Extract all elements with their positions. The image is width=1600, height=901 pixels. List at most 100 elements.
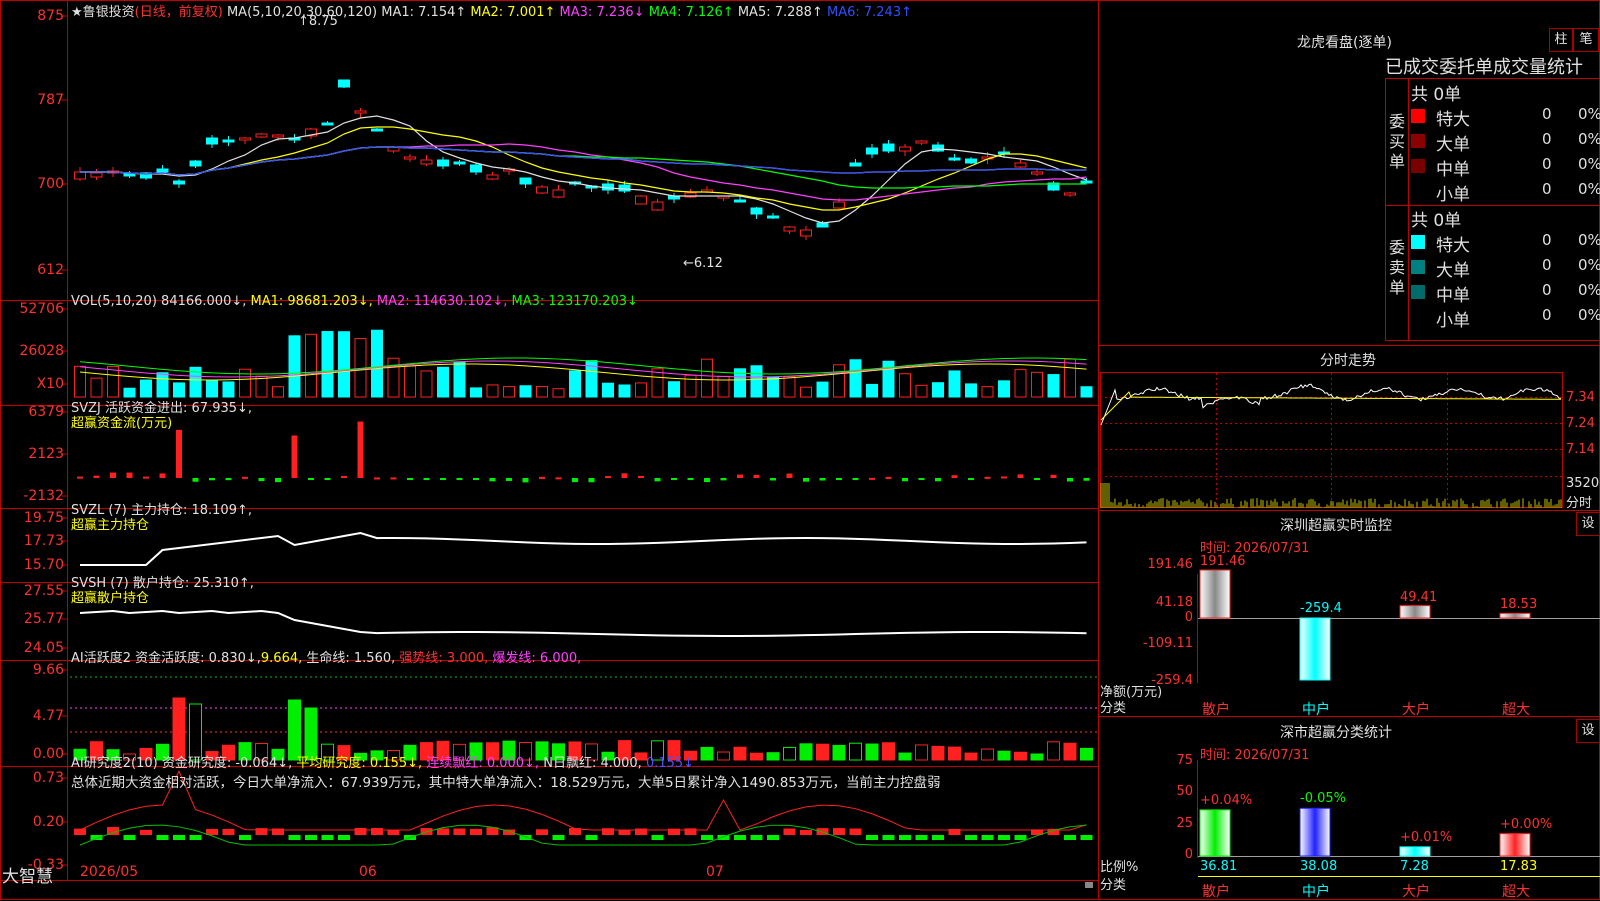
candle-body [767, 215, 779, 219]
fund-flow-bar [1083, 478, 1090, 481]
period-mode[interactable]: (日线，前复权) [135, 5, 223, 20]
buy-row-name-3: 小单 [1436, 185, 1470, 205]
candle-body [255, 133, 268, 138]
monitor-settings-button[interactable]: 设 [1576, 512, 1600, 536]
sell-total: 共 0单 [1411, 211, 1462, 231]
volume-bar [981, 386, 994, 398]
classify-cat-3: 超大 [1502, 884, 1530, 900]
activity-bar [948, 746, 961, 761]
volume-bar [107, 365, 119, 398]
candle-body [239, 137, 251, 141]
high-price-mark: ↑8.75 [298, 14, 338, 29]
sell-row-name-0: 特大 [1436, 236, 1470, 256]
research-bar [849, 828, 862, 835]
activity-bar [766, 752, 780, 761]
stock-name[interactable]: ★鲁银投资 [71, 5, 135, 20]
axis-ai-label-1: 4.77 [32, 708, 64, 724]
fund-flow-bar [506, 478, 512, 481]
volume-bar [1080, 386, 1093, 398]
candle-body [899, 146, 911, 152]
classify-axis-label-3: 0 [1184, 847, 1193, 862]
intraday-avg-line [1100, 391, 1562, 421]
volume-bar [635, 382, 647, 398]
axis-price-label-1: 787 [37, 92, 64, 108]
volume-ma-line [79, 363, 1087, 381]
candle-body [354, 110, 367, 114]
candle-body [321, 122, 334, 126]
candle-body [453, 161, 466, 165]
fund-flow-bar [720, 478, 727, 481]
volume-bar [833, 364, 845, 398]
sell-row-pct-2: 0% [1578, 281, 1600, 299]
activity-bar [750, 752, 763, 761]
volume-bar [371, 329, 383, 398]
axis-vol-label-0: 52706 [19, 301, 64, 317]
buy-row-pct-0: 0% [1578, 105, 1600, 123]
candle-body [1031, 171, 1043, 175]
fund-flow-bar [687, 478, 694, 480]
fund-flow-bar [737, 474, 743, 478]
volume-bar [1031, 371, 1043, 398]
candle-body [123, 173, 136, 177]
volume-bar [519, 385, 532, 398]
activity-bar [288, 699, 301, 761]
ma-value-1: MA1: 7.154↑ [381, 5, 467, 20]
intraday-axis-top: 7.34 [1566, 390, 1595, 405]
research-bar [354, 827, 367, 835]
fund-flow-bar [539, 476, 545, 479]
monitor-xlabel: 分类 [1100, 701, 1127, 716]
candle-body [437, 159, 449, 167]
ai-activity-header: AI活跃度2 资金活跃度: 0.830↓,9.664, 生命线: 1.560, … [71, 651, 582, 666]
fund-flow-bar [489, 478, 496, 482]
research-bar [635, 828, 647, 835]
research-bar [338, 835, 350, 840]
candle-body [189, 160, 202, 167]
volume-bar [602, 382, 614, 398]
fund-flow-bar [885, 476, 892, 479]
classify-settings-button[interactable]: 设 [1576, 719, 1600, 743]
sell-row-count-3: 0 [1542, 306, 1552, 324]
research-bar [222, 828, 235, 835]
sell-swatch-1 [1411, 260, 1425, 274]
research-bar [536, 829, 548, 835]
axis-price-label-2: 700 [37, 176, 64, 192]
monitor-bar-散户 [1199, 569, 1231, 619]
volume-bar [701, 358, 713, 398]
fund-flow-bar [93, 475, 100, 478]
buy-row-pct-1: 0% [1578, 130, 1600, 148]
classify-axis-label-2: 25 [1176, 816, 1193, 831]
candle-body [486, 174, 499, 180]
tick-view-button[interactable]: 笔 [1573, 28, 1599, 52]
bar-view-button[interactable]: 柱 [1549, 28, 1573, 52]
fund-flow-bar [176, 429, 182, 478]
ma-value-5: MA5: 7.288↑ [733, 5, 823, 20]
activity-bar [1014, 751, 1027, 761]
classify-cat-1: 中户 [1302, 884, 1330, 900]
candle-body [272, 134, 284, 138]
svsh-panel-subtitle: 超赢散户持仓 [71, 591, 150, 606]
research-bar [123, 835, 136, 840]
candle-body [849, 162, 862, 167]
candle-body [1064, 192, 1076, 196]
volume-bar [288, 335, 301, 398]
activity-bar [981, 748, 994, 761]
fund-flow-bar [291, 435, 298, 478]
axis-price-label-0: 875 [37, 8, 64, 24]
fund-flow-bar [1001, 476, 1007, 479]
fund-flow-bar [225, 478, 232, 481]
fund-flow-bar [836, 478, 842, 480]
volume-bar [156, 372, 169, 398]
volume-bar [420, 370, 433, 398]
ma-value-4: MA4: 7.126↑ [644, 5, 734, 20]
fund-flow-bar [159, 473, 166, 478]
axis-svzl-label-2: 15.70 [23, 557, 64, 573]
buy-row-pct-2: 0% [1578, 155, 1600, 173]
candlestick-group [74, 79, 1093, 240]
classify-bar-value-3: 17.83 [1500, 859, 1538, 874]
price-panel-header: ★鲁银投资(日线，前复权) MA(5,10,20,30,60,120) MA1:… [71, 1, 912, 20]
volume-bar [140, 379, 152, 398]
buy-total: 共 0单 [1411, 85, 1462, 105]
buy-swatch-1 [1411, 134, 1425, 148]
candle-body [734, 199, 746, 203]
brand-label[interactable]: 大智慧 [2, 862, 53, 887]
